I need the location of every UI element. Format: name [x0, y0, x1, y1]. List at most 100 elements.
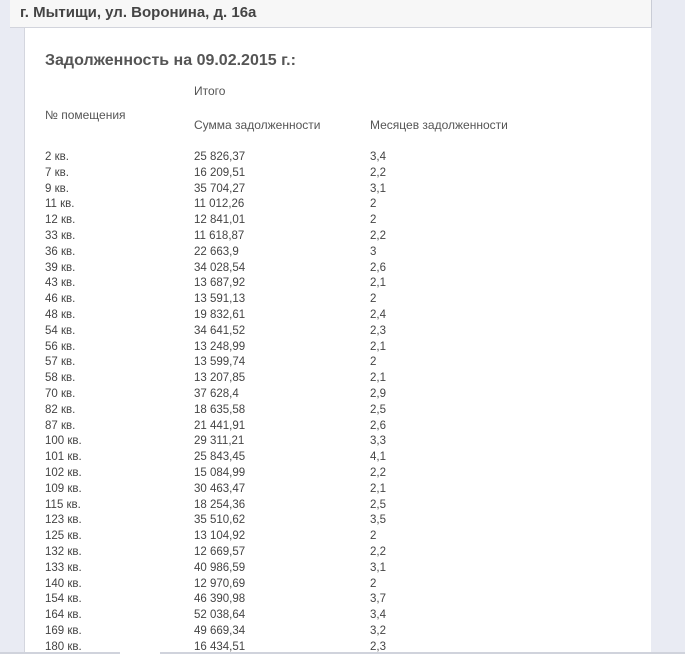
room-number: 2 кв. [45, 151, 69, 163]
debt-months: 2 [370, 214, 377, 227]
table-row: 48 кв. 19 832,61 2,4 [45, 308, 605, 324]
debt-sum: 52 038,64 [194, 609, 246, 622]
debt-months: 2,9 [370, 387, 386, 400]
table-row: 169 кв. 49 669,34 3,2 [45, 624, 605, 640]
debt-sum: 29 311,21 [194, 435, 245, 448]
table-row: 70 кв. 37 628,4 2,9 [45, 387, 605, 403]
table-row: 125 кв. 13 104,92 2 [45, 529, 605, 545]
room-number: 11 кв. [45, 198, 75, 211]
debt-sum: 19 832,61 [194, 308, 246, 321]
table-row: 46 кв. 13 591,13 2 [45, 292, 605, 308]
room-number: 109 кв. [45, 482, 82, 495]
room-number: 123 кв. [45, 514, 82, 527]
room-number: 9 кв. [45, 182, 69, 195]
room-number: 54 кв. [45, 324, 76, 337]
debt-months: 3,3 [370, 435, 386, 448]
debt-sum: 34 641,52 [194, 324, 246, 337]
table-row: 82 кв. 18 635,58 2,5 [45, 403, 605, 419]
debt-months: 3,2 [370, 624, 386, 637]
debt-sum: 12 669,57 [194, 545, 246, 558]
debt-months: 2 [370, 293, 377, 306]
debt-months: 3,1 [370, 182, 386, 195]
debt-months: 3,1 [370, 561, 386, 574]
debt-months: 2,5 [370, 403, 386, 416]
room-number: 70 кв. [45, 387, 76, 400]
debt-sum: 16 209,51 [194, 166, 246, 179]
debt-months: 2 [370, 198, 377, 211]
debt-months: 3 [370, 245, 377, 258]
debt-sum: 13 104,92 [194, 530, 246, 543]
debt-months: 2,1 [370, 277, 386, 290]
debt-sum: 35 704,27 [194, 182, 246, 195]
column-header-room: № помещения [45, 108, 126, 122]
debt-sum: 46 390,98 [194, 593, 246, 606]
debt-table-body: 2 кв. 25 826,37 3,4 7 кв. 16 209,51 2,2 9 кв. 3… [45, 150, 605, 654]
debt-sum: 25 826,37 [194, 151, 246, 163]
debt-sum: 15 084,99 [194, 466, 246, 479]
right-margin [651, 0, 685, 654]
column-header-sum: Сумма задолженности [194, 118, 321, 132]
debt-sum: 37 628,4 [194, 387, 239, 400]
room-number: 57 кв. [45, 356, 76, 369]
table-row: 7 кв. 16 209,51 2,2 [45, 166, 605, 182]
table-row: 57 кв. 13 599,74 2 [45, 355, 605, 371]
table-row: 140 кв. 12 970,69 2 [45, 577, 605, 593]
room-number: 39 кв. [45, 261, 76, 274]
table-row: 2 кв. 25 826,37 3,4 [45, 150, 605, 166]
debt-sum: 12 841,01 [194, 214, 246, 227]
table-row: 11 кв. 11 012,26 2 [45, 197, 605, 213]
debt-sum: 13 248,99 [194, 340, 246, 353]
room-number: 125 кв. [45, 530, 82, 543]
debt-months: 2,1 [370, 372, 386, 385]
debt-months: 3,4 [370, 609, 386, 622]
debt-sum: 34 028,54 [194, 261, 246, 274]
header-strip: г. Мытищи, ул. Воронина, д. 16а [10, 0, 652, 28]
room-number: 56 кв. [45, 340, 76, 353]
room-number: 133 кв. [45, 561, 82, 574]
table-row: 12 кв. 12 841,01 2 [45, 213, 605, 229]
room-number: 101 кв. [45, 451, 82, 464]
table-row: 39 кв. 34 028,54 2,6 [45, 261, 605, 277]
debt-sum: 13 599,74 [194, 356, 246, 369]
debt-months: 2,1 [370, 340, 386, 353]
room-number: 164 кв. [45, 609, 82, 622]
debt-sum: 22 663,9 [194, 245, 239, 258]
column-group-total: Итого [194, 84, 226, 98]
room-number: 115 кв. [45, 498, 81, 511]
debt-months: 2,6 [370, 419, 386, 432]
column-header-months: Месяцев задолженности [370, 118, 508, 132]
debt-sum: 12 970,69 [194, 577, 246, 590]
room-number: 33 кв. [45, 229, 76, 242]
room-number: 12 кв. [45, 214, 76, 227]
debt-months: 2,1 [370, 482, 386, 495]
debt-months: 3,7 [370, 593, 386, 606]
page: г. Мытищи, ул. Воронина, д. 16а Задолжен… [0, 0, 685, 654]
debt-months: 2,2 [370, 166, 386, 179]
debt-sum: 13 591,13 [194, 293, 246, 306]
room-number: 132 кв. [45, 545, 82, 558]
debt-sum: 18 254,36 [194, 498, 246, 511]
table-row: 154 кв. 46 390,98 3,7 [45, 592, 605, 608]
debt-sum: 30 463,47 [194, 482, 246, 495]
table-row: 56 кв. 13 248,99 2,1 [45, 340, 605, 356]
room-number: 48 кв. [45, 308, 76, 321]
debt-sum: 13 687,92 [194, 277, 246, 290]
debt-months: 2,2 [370, 545, 386, 558]
debt-report-title: Задолженность на 09.02.2015 г.: [45, 52, 296, 69]
debt-months: 2,3 [370, 324, 386, 337]
table-row: 36 кв. 22 663,9 3 [45, 245, 605, 261]
table-row: 115 кв. 18 254,36 2,5 [45, 498, 605, 514]
room-number: 154 кв. [45, 593, 82, 606]
debt-sum: 18 635,58 [194, 403, 246, 416]
debt-months: 4,1 [370, 451, 386, 464]
room-number: 46 кв. [45, 293, 76, 306]
table-row: 123 кв. 35 510,62 3,5 [45, 513, 605, 529]
table-row: 101 кв. 25 843,45 4,1 [45, 450, 605, 466]
table-row: 54 кв. 34 641,52 2,3 [45, 324, 605, 340]
debt-sum: 11 618,87 [194, 229, 245, 242]
table-row: 43 кв. 13 687,92 2,1 [45, 276, 605, 292]
table-row: 58 кв. 13 207,85 2,1 [45, 371, 605, 387]
table-row: 133 кв. 40 986,59 3,1 [45, 561, 605, 577]
debt-months: 2 [370, 577, 377, 590]
room-number: 102 кв. [45, 466, 82, 479]
